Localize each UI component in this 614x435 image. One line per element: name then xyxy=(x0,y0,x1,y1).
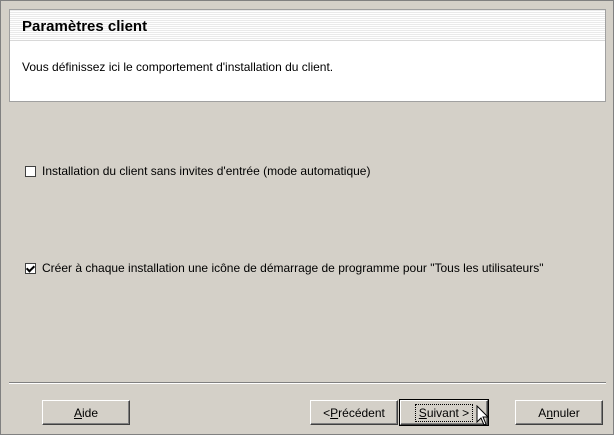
dialog-window: Paramètres client Vous définissez ici le… xyxy=(0,0,614,435)
silent-install-label: Installation du client sans invites d'en… xyxy=(42,164,371,178)
cancel-button-accel: n xyxy=(546,405,553,420)
back-button[interactable]: < Précédent xyxy=(310,400,398,425)
page-title: Paramètres client xyxy=(22,18,148,35)
help-button[interactable]: Aide xyxy=(42,400,130,425)
help-button-label: ide xyxy=(82,405,99,420)
all-users-icon-label: Créer à chaque installation une icône de… xyxy=(42,261,544,275)
cancel-button-pre: A xyxy=(538,405,547,420)
all-users-icon-checkbox[interactable] xyxy=(25,262,36,274)
arrow-cursor-icon xyxy=(476,405,490,426)
back-button-prefix: < xyxy=(323,405,331,420)
next-button-label: uivant > xyxy=(426,405,470,420)
next-button[interactable]: Suivant > xyxy=(399,399,489,426)
back-button-label: récédent xyxy=(338,405,385,420)
option-silent-install[interactable]: Installation du client sans invites d'en… xyxy=(25,164,370,178)
next-button-focus: Suivant > xyxy=(414,403,474,422)
silent-install-checkbox[interactable] xyxy=(25,165,36,177)
cancel-button-label: nuler xyxy=(553,405,580,420)
option-all-users-icon[interactable]: Créer à chaque installation une icône de… xyxy=(25,261,543,275)
page-description: Vous définissez ici le comportement d'in… xyxy=(22,60,334,74)
back-button-accel: P xyxy=(330,405,339,420)
help-button-accel: A xyxy=(73,405,82,420)
wizard-header: Paramètres client Vous définissez ici le… xyxy=(9,9,606,102)
options-area: Installation du client sans invites d'en… xyxy=(9,103,606,378)
cancel-button[interactable]: An nuler xyxy=(515,400,603,425)
footer-separator xyxy=(9,382,606,384)
next-button-accel: S xyxy=(418,405,427,420)
